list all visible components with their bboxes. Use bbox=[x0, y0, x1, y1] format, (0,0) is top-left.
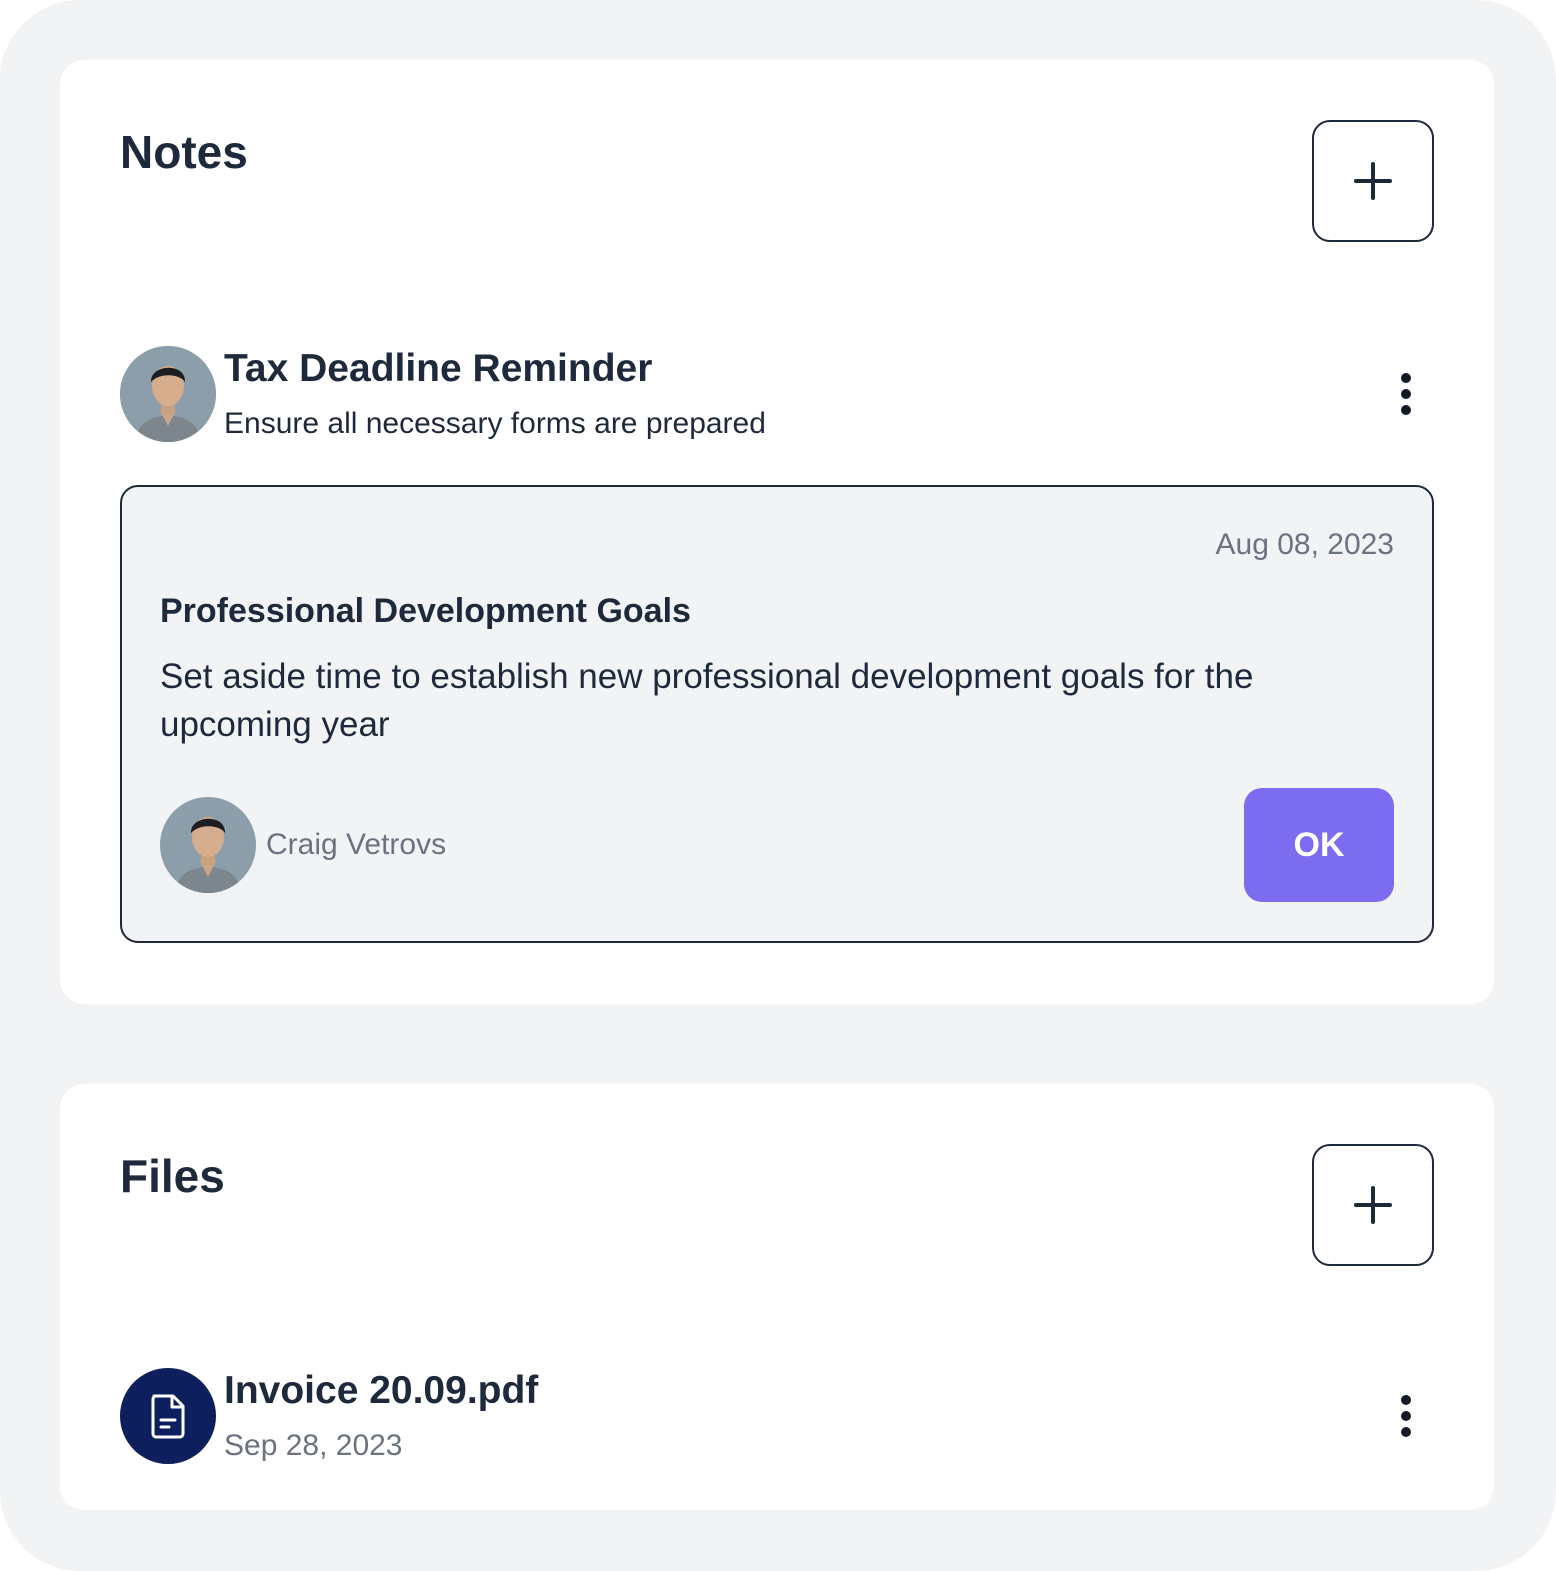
notes-title: Notes bbox=[120, 126, 248, 178]
plus-icon bbox=[1354, 162, 1392, 200]
file-date: Sep 28, 2023 bbox=[224, 1429, 403, 1462]
author-avatar bbox=[160, 797, 256, 893]
document-icon bbox=[151, 1394, 185, 1439]
note-author-name: Craig Vetrovs bbox=[266, 828, 447, 861]
note-list-item[interactable]: Tax Deadline Reminder Ensure all necessa… bbox=[120, 346, 1434, 442]
ok-button[interactable]: OK bbox=[1244, 788, 1394, 902]
more-vertical-icon bbox=[1401, 1395, 1411, 1437]
note-body: Set aside time to establish new professi… bbox=[160, 657, 1254, 744]
add-file-button[interactable] bbox=[1312, 1144, 1434, 1266]
note-item-subtitle: Ensure all necessary forms are prepared bbox=[224, 407, 766, 440]
note-item-menu-button[interactable] bbox=[1386, 368, 1426, 420]
file-item-menu-button[interactable] bbox=[1386, 1390, 1426, 1442]
plus-icon bbox=[1354, 1186, 1392, 1224]
file-name: Invoice 20.09.pdf bbox=[224, 1369, 539, 1412]
more-vertical-icon bbox=[1401, 373, 1411, 415]
avatar bbox=[120, 346, 216, 442]
note-item-title: Tax Deadline Reminder bbox=[224, 347, 653, 390]
files-title: Files bbox=[120, 1150, 225, 1202]
note-title: Professional Development Goals bbox=[160, 592, 691, 630]
app-background: Notes Tax Deadline Reminder Ensure all n… bbox=[0, 0, 1556, 1571]
note-date: Aug 08, 2023 bbox=[1215, 528, 1395, 561]
notes-card: Notes Tax Deadline Reminder Ensure all n… bbox=[60, 60, 1494, 1004]
file-list-item[interactable]: Invoice 20.09.pdf Sep 28, 2023 bbox=[120, 1368, 1434, 1464]
file-icon-badge bbox=[120, 1368, 216, 1464]
files-card: Files Invoice 20.09.pdf Sep 28, 2023 bbox=[60, 1084, 1494, 1510]
add-note-button[interactable] bbox=[1312, 120, 1434, 242]
note-detail-card: Aug 08, 2023 Professional Development Go… bbox=[120, 485, 1434, 943]
